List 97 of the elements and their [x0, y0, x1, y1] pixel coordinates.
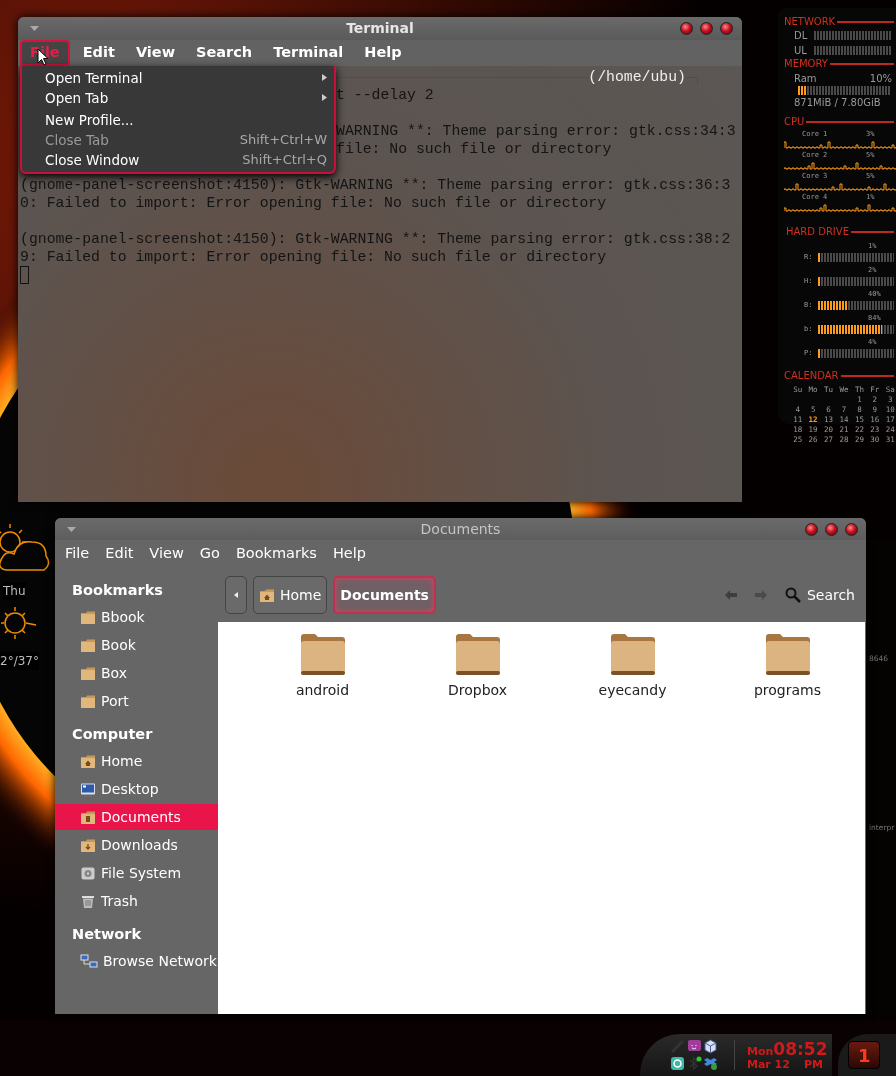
menu-item[interactable]: Help	[356, 40, 410, 66]
left-triangle-icon	[234, 592, 238, 598]
output-line: file: No such file or directory	[336, 141, 612, 157]
folder-icon	[80, 693, 96, 709]
menu-item[interactable]: Search	[188, 40, 261, 66]
sidebar-item[interactable]: Port	[55, 688, 218, 714]
menu-item[interactable]: View	[141, 543, 192, 565]
workspace-button[interactable]: 1	[848, 1041, 881, 1069]
sidebar-item[interactable]: File System	[55, 860, 218, 886]
search-icon	[784, 587, 801, 603]
window-title: Documents	[420, 519, 501, 539]
home-folder-icon	[80, 753, 96, 769]
folder-icon	[80, 665, 96, 681]
home-folder-icon	[259, 587, 275, 603]
clock-period: PM	[804, 1057, 823, 1071]
clock-time[interactable]: 08:52	[773, 1039, 828, 1058]
folder-icon	[609, 631, 656, 677]
widget-heading: MEMORY	[784, 58, 828, 70]
window-menu-icon[interactable]	[67, 527, 76, 533]
path-button[interactable]: Home	[253, 576, 328, 614]
sun-icon	[0, 604, 38, 642]
meter-label: UL	[794, 44, 808, 58]
submenu-arrow-icon	[322, 94, 327, 102]
downloads-folder-icon	[80, 837, 96, 853]
menu-entry[interactable]: Open Terminal	[22, 68, 334, 88]
widget-heading: NETWORK	[784, 16, 836, 28]
sidebar-heading: Bookmarks	[71, 581, 164, 600]
output-line: (gnome-panel-screenshot:4150): Gtk-WARNING **: Theme parsing error: gtk.css:36:3	[20, 177, 731, 193]
chat-icon[interactable]	[686, 1039, 702, 1054]
sidebar-item[interactable]: Home	[55, 748, 218, 774]
output-line: 0: Failed to import: Error opening file: No such file or directory	[20, 195, 607, 211]
menu-item[interactable]: Edit	[97, 543, 142, 565]
output-line: t --delay 2	[336, 87, 434, 103]
menu-item[interactable]: Go	[191, 543, 228, 565]
box-icon[interactable]	[703, 1056, 719, 1071]
folder-icon	[454, 631, 501, 677]
text-cursor	[20, 266, 29, 284]
widget-heading: HARD DRIVE	[786, 226, 849, 238]
output-line: WARNING **: Theme parsing error: gtk.css:34:3	[336, 123, 736, 139]
sidebar-item[interactable]: Documents	[55, 804, 218, 830]
sidebar-heading: Network	[71, 925, 143, 944]
trash-icon	[80, 893, 96, 909]
desktop-icon	[80, 781, 96, 797]
widget-heading: CALENDAR	[784, 370, 839, 382]
menu-item[interactable]: Help	[324, 543, 374, 565]
sidebar-item[interactable]: Desktop	[55, 776, 218, 802]
menu-entry[interactable]: New Profile...	[22, 110, 334, 131]
window-menu-icon[interactable]	[30, 26, 39, 32]
sidebar-item[interactable]: Browse Network	[55, 948, 218, 974]
menu-entry[interactable]: Close Window Shift+Ctrl+Q	[22, 150, 334, 170]
output-line: 9: Failed to import: Error opening file: No such file or directory	[20, 249, 607, 265]
meter-reading: 10%	[869, 72, 892, 85]
sidebar-heading: Computer	[71, 725, 154, 744]
window-control-icon[interactable]	[680, 22, 693, 35]
folder-icon	[299, 631, 346, 677]
sidebar-item[interactable]: Downloads	[55, 832, 218, 858]
documents-folder-icon	[80, 809, 96, 825]
clock-date: Mar 12	[747, 1057, 790, 1071]
search-button[interactable]: Search	[784, 584, 855, 606]
network-icon	[80, 953, 98, 969]
weather-temperature: 2°/37°	[0, 652, 39, 670]
window-title: Terminal	[346, 19, 414, 38]
cube-icon[interactable]	[703, 1039, 719, 1054]
folder-icon	[764, 631, 811, 677]
weather-day: Thu	[3, 582, 26, 600]
folder-icon	[80, 609, 96, 625]
menu-item[interactable]: Bookmarks	[227, 543, 325, 565]
sidebar-item[interactable]: Bbook	[55, 604, 218, 630]
file-name[interactable]: Dropbox	[448, 680, 507, 701]
sidebar-item[interactable]: Book	[55, 632, 218, 658]
file-name[interactable]: eyecandy	[598, 680, 667, 701]
menu-item[interactable]: Edit	[74, 40, 123, 66]
memory-usage: 871MiB / 7.80GiB	[793, 96, 882, 110]
file-name[interactable]: programs	[753, 680, 822, 701]
prompt-path: (/home/ubu)	[588, 68, 686, 86]
widget-heading: CPU	[784, 116, 805, 128]
sidebar-item[interactable]: Trash	[55, 888, 218, 914]
window-control-icon[interactable]	[720, 22, 733, 35]
drive-icon	[80, 865, 96, 881]
menu-item[interactable]: File	[57, 543, 98, 565]
file-name[interactable]: android	[295, 680, 350, 701]
path-button[interactable]: Documents	[333, 576, 436, 614]
menu-item[interactable]: View	[127, 40, 184, 66]
submenu-arrow-icon	[322, 74, 327, 82]
meter-label: DL	[794, 29, 809, 43]
target-icon[interactable]	[670, 1056, 685, 1071]
folder-icon	[80, 637, 96, 653]
menu-item[interactable]: Terminal	[265, 40, 352, 66]
window-control-icon[interactable]	[805, 523, 818, 536]
menu-entry[interactable]: Open Tab	[22, 87, 334, 108]
meter-label: Ram	[794, 72, 817, 85]
window-control-icon[interactable]	[825, 523, 838, 536]
sidebar-item[interactable]: Box	[55, 660, 218, 686]
clock-day: Mon	[747, 1045, 774, 1058]
window-control-icon[interactable]	[845, 523, 858, 536]
output-line: (gnome-panel-screenshot:4150): Gtk-WARNING **: Theme parsing error: gtk.css:38:2	[20, 231, 731, 247]
window-control-icon[interactable]	[700, 22, 713, 35]
